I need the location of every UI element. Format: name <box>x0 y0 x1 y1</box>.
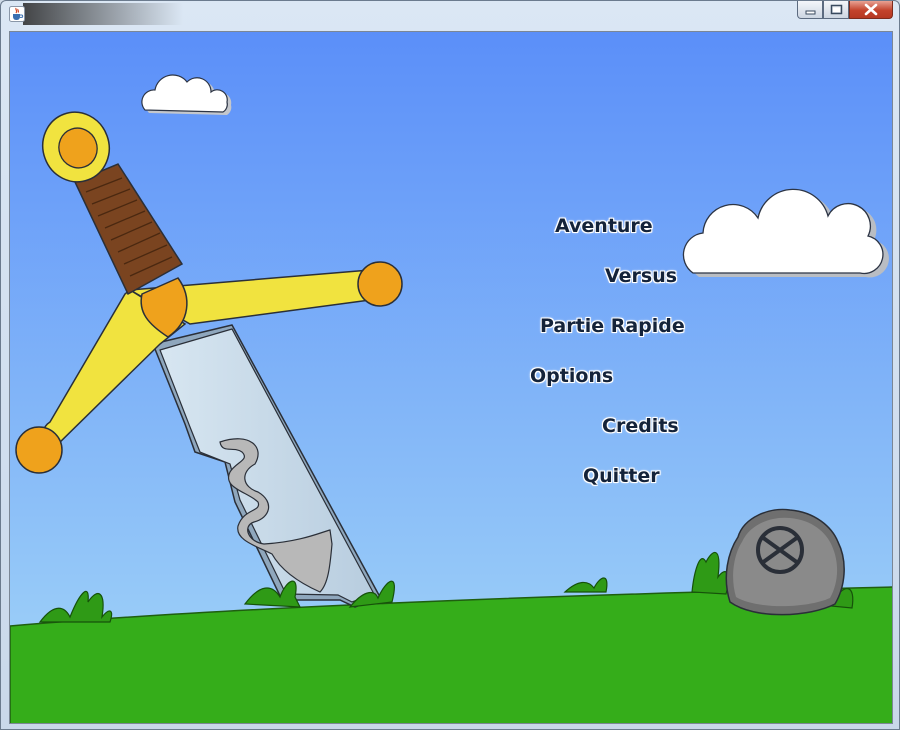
menu-partie-rapide[interactable]: Partie Rapide <box>540 314 685 338</box>
close-button[interactable] <box>849 1 893 19</box>
rune-stone <box>725 508 845 616</box>
title-bar[interactable] <box>1 1 899 27</box>
game-window: Aventure Versus Partie Rapide Options Cr… <box>0 0 900 730</box>
close-icon <box>864 3 878 16</box>
menu-options[interactable]: Options <box>530 364 613 388</box>
minimize-icon <box>805 10 816 15</box>
menu-quitter[interactable]: Quitter <box>583 464 660 488</box>
java-cup-icon <box>9 6 25 22</box>
scene-background <box>10 32 892 723</box>
menu-credits[interactable]: Credits <box>602 414 679 438</box>
menu-aventure[interactable]: Aventure <box>555 214 653 238</box>
maximize-icon <box>830 4 843 15</box>
maximize-button[interactable] <box>823 1 849 19</box>
minimize-button[interactable] <box>797 1 823 19</box>
main-menu-scene: Aventure Versus Partie Rapide Options Cr… <box>9 31 893 724</box>
menu-versus[interactable]: Versus <box>605 264 677 288</box>
title-bar-shadow <box>23 3 183 25</box>
